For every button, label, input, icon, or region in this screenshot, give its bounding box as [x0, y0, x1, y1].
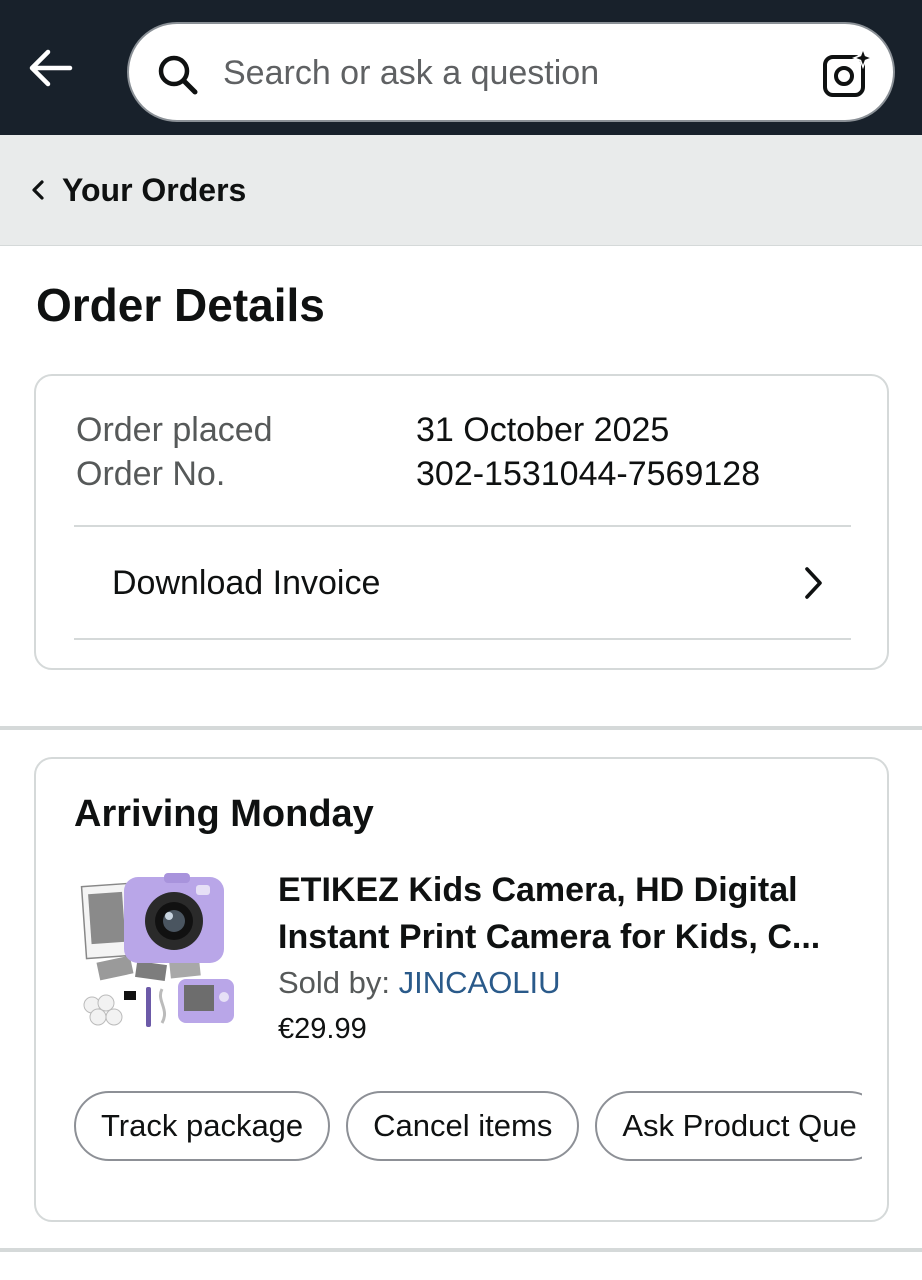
order-placed-row: Order placed 31 October 2025 [76, 408, 669, 452]
section-divider [0, 726, 922, 730]
order-number-row: Order No. 302-1531044-7569128 [76, 452, 760, 496]
product-image[interactable] [78, 873, 238, 1033]
search-icon [158, 55, 198, 95]
track-package-button[interactable]: Track package [74, 1091, 331, 1161]
your-orders-link[interactable]: Your Orders [30, 161, 246, 219]
delivery-status: Arriving Monday [74, 793, 374, 835]
seller-link[interactable]: JINCAOLIU [399, 965, 561, 1000]
sold-by-label: Sold by: [278, 965, 399, 1000]
order-placed-value: 31 October 2025 [416, 411, 670, 449]
chevron-right-icon [805, 567, 822, 599]
ask-product-question-button[interactable]: Ask Product Que [595, 1091, 862, 1161]
top-header [0, 0, 922, 135]
chevron-left-icon [32, 180, 44, 200]
camera-search-icon[interactable] [821, 48, 873, 100]
breadcrumb: Your Orders [0, 135, 922, 246]
product-title[interactable]: ETIKEZ Kids Camera, HD Digital Instant P… [278, 867, 868, 961]
shipment-card: Arriving Monday ETIKEZ Kids Camera, HD D… [34, 757, 889, 1222]
search-input[interactable] [223, 48, 783, 98]
search-bar[interactable] [127, 22, 895, 122]
order-number-value: 302-1531044-7569128 [416, 455, 761, 493]
breadcrumb-label: Your Orders [62, 171, 247, 208]
download-invoice-row[interactable]: Download Invoice [74, 527, 851, 639]
back-arrow-icon[interactable] [24, 44, 76, 92]
order-number-label: Order No. [76, 455, 226, 493]
order-placed-label: Order placed [76, 411, 273, 449]
cancel-items-button[interactable]: Cancel items [346, 1091, 580, 1161]
page-title: Order Details [36, 279, 325, 331]
sold-by: Sold by: JINCAOLIU [278, 965, 561, 1001]
divider [74, 638, 851, 640]
action-buttons-row: Track package Cancel items Ask Product Que [74, 1091, 862, 1165]
section-divider [0, 1248, 922, 1252]
order-summary-card: Order placed 31 October 2025 Order No. 3… [34, 374, 889, 670]
download-invoice-label: Download Invoice [112, 563, 381, 602]
product-price: €29.99 [278, 1013, 367, 1045]
